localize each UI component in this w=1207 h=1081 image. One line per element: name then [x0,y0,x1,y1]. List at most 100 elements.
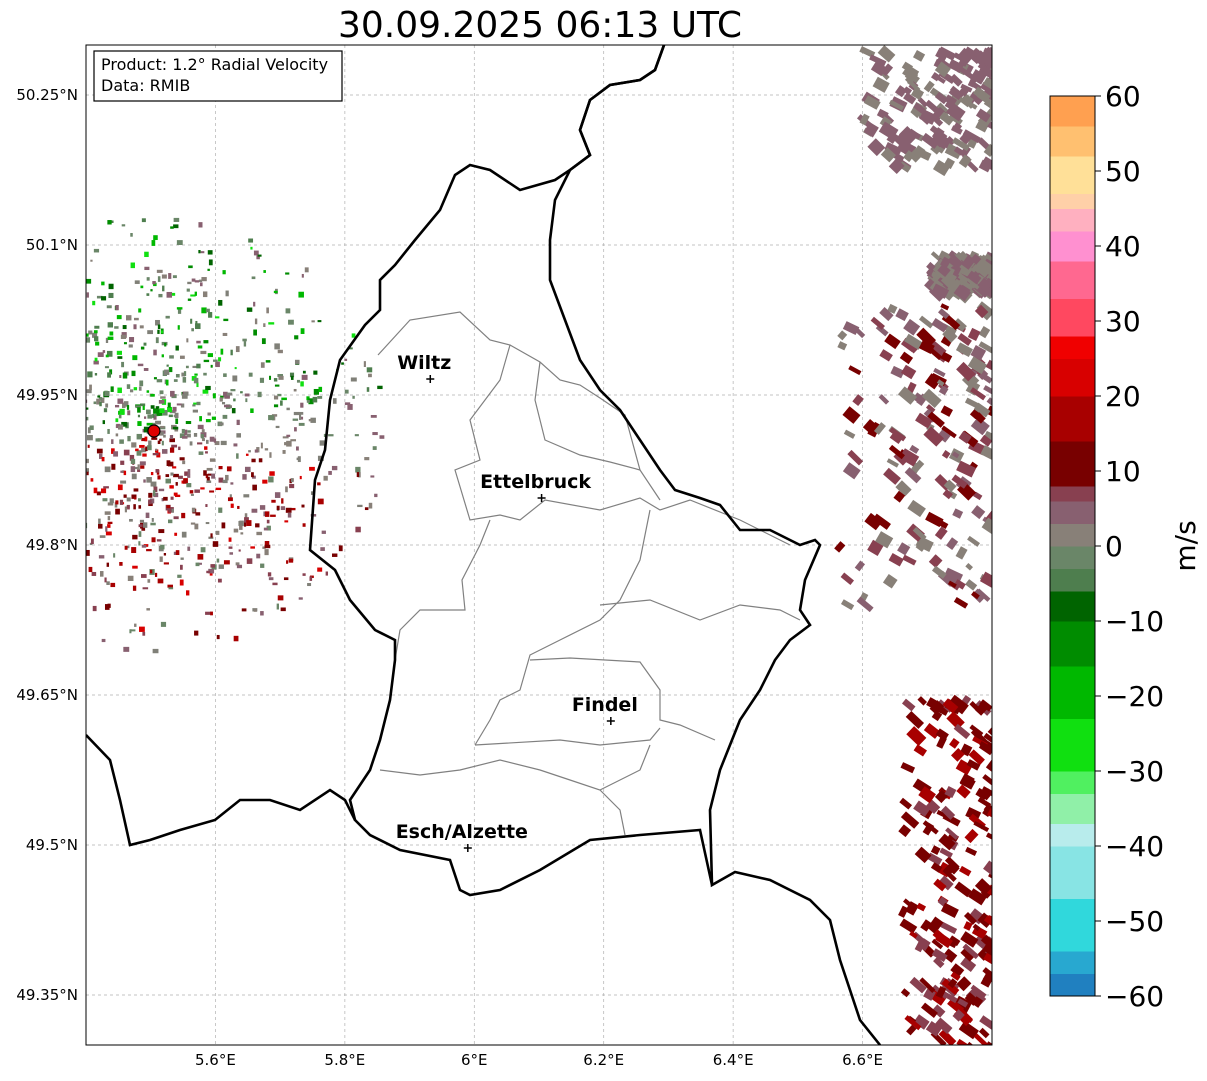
echo-cell [14,480,18,485]
colorbar-band [1050,486,1095,502]
echo-cell [126,405,130,410]
echo-cell [119,499,124,505]
echo-cell [293,411,300,416]
echo-cell [98,518,101,525]
echo-cell [90,478,94,482]
echo-cell [245,398,248,403]
echo-cell [152,648,159,654]
echo-cell [301,504,305,508]
echo-cell [176,240,183,245]
echo-cell [278,375,284,380]
echo-cell [39,531,42,534]
echo-cell [45,452,47,455]
echo-cell [1,389,4,394]
echo-cell [270,514,276,517]
echo-cell [191,328,194,332]
echo-cell [292,418,299,421]
echo-cell [206,480,212,483]
echo-cell [97,352,104,357]
echo-cell [51,417,57,421]
echo-cell [35,601,40,604]
echo-cell [127,435,131,442]
echo-cell [211,473,216,479]
echo-cell [165,474,170,478]
echo-cell [56,351,61,357]
echo-cell [222,332,228,336]
echo-cell [372,446,377,450]
echo-cell [62,367,65,370]
echo-cell [79,585,85,590]
echo-cell [82,505,85,509]
echo-cell [114,326,119,329]
echo-cell [266,307,269,314]
echo-cell [230,349,233,356]
echo-cell [91,571,97,576]
echo-cell [350,377,357,382]
echo-cell [12,357,14,361]
echo-cell [197,442,203,445]
echo-cell [119,375,122,378]
echo-cell [3,390,9,393]
echo-cell [268,476,274,483]
echo-cell [146,390,150,393]
echo-cell [219,397,223,402]
echo-cell [143,522,148,528]
echo-cell [218,507,223,513]
echo-cell [215,530,220,535]
echo-cell [218,465,223,470]
echo-cell [59,525,64,528]
echo-cell [203,470,207,476]
echo-cell [235,346,240,353]
colorbar-band [1050,336,1095,359]
echo-cell [13,517,18,520]
echo-cell [6,486,9,489]
echo-cell [0,375,1,379]
colorbar-tick-label: −50 [1105,905,1164,938]
echo-cell [22,313,25,317]
echo-cell [215,487,222,491]
echo-cell [175,345,179,351]
echo-cell [160,544,165,550]
echo-cell [67,340,69,343]
echo-cell [134,623,137,627]
echo-cell [173,379,178,382]
echo-cell [354,434,359,437]
echo-cell [119,408,125,415]
echo-cell [284,442,288,446]
echo-cell [94,357,98,362]
echo-cell [13,466,18,472]
echo-cell [160,330,163,334]
echo-cell [187,546,191,551]
echo-cell [175,482,178,486]
echo-cell [111,439,114,444]
echo-cell [286,434,291,437]
echo-cell [240,532,244,535]
echo-cell [146,477,152,483]
echo-cell [110,386,114,392]
echo-cell [102,350,106,353]
echo-cell [104,511,111,515]
echo-cell [223,318,229,322]
echo-cell [1,486,3,491]
echo-cell [56,359,59,363]
echo-cell [273,395,279,400]
echo-cell [191,507,196,513]
colorbar-label: m/s [1169,520,1202,571]
echo-cell [50,355,56,358]
echo-cell [123,494,127,498]
echo-cell [130,629,136,632]
echo-cell [196,363,201,369]
echo-cell [55,373,58,378]
echo-cell [370,414,377,418]
echo-cell [139,380,144,387]
echo-cell [294,359,300,364]
echo-cell [35,432,38,438]
echo-cell [252,484,257,491]
echo-cell [268,415,275,421]
echo-cell [233,635,239,642]
echo-cell [172,426,179,430]
echo-cell [242,338,247,342]
echo-cell [151,537,156,543]
echo-cell [153,349,157,356]
echo-cell [132,565,138,569]
